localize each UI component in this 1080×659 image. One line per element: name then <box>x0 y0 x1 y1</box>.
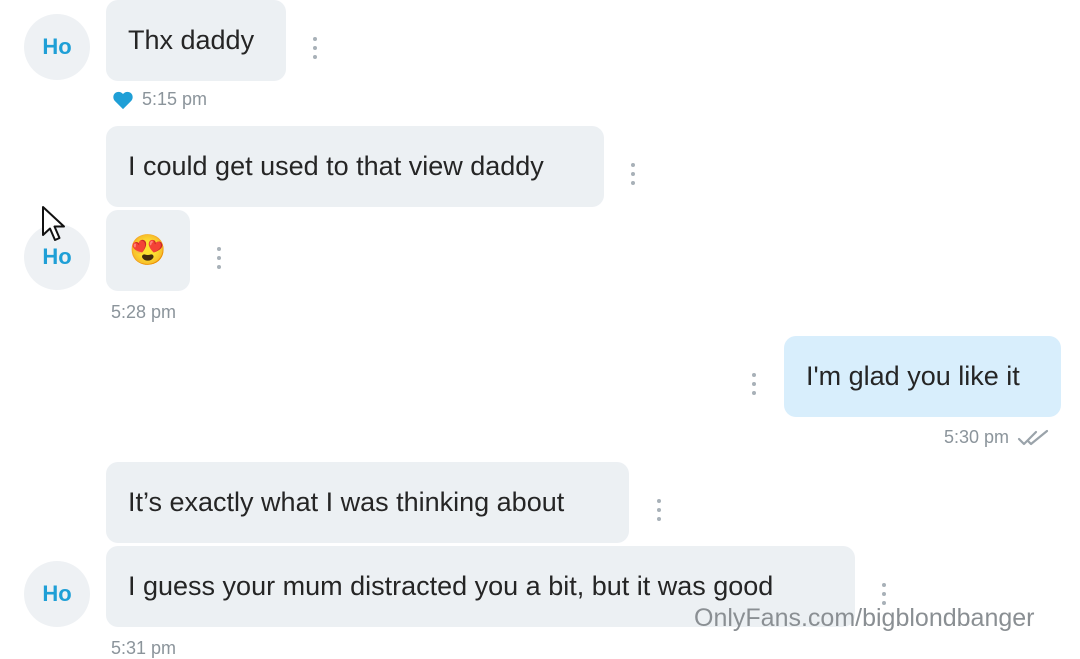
message-bubble[interactable]: I'm glad you like it <box>784 336 1061 417</box>
message-bubble[interactable]: It’s exactly what I was thinking about <box>106 462 629 543</box>
message-time: 5:31 pm <box>111 638 176 659</box>
message-options-button[interactable] <box>751 373 757 395</box>
message-text: Thx daddy <box>128 25 255 55</box>
message-options-button[interactable] <box>656 499 662 521</box>
message-bubble[interactable]: I could get used to that view daddy <box>106 126 604 207</box>
message-options-button[interactable] <box>216 247 222 269</box>
timestamp: 5:28 pm <box>111 302 177 322</box>
avatar-initials: Ho <box>42 581 72 606</box>
heart-icon[interactable] <box>112 90 134 110</box>
message-text: It’s exactly what I was thinking about <box>128 487 565 517</box>
emoji-message-bubble[interactable]: 😍 <box>106 210 190 291</box>
message-time: 5:15 pm <box>112 89 207 110</box>
avatar-initials: Ho <box>42 244 72 269</box>
message-text: I guess your mum distracted you a bit, b… <box>128 571 774 601</box>
message-time: 5:28 pm <box>111 302 176 323</box>
timestamp: 5:31 pm <box>111 638 177 658</box>
message-text: I'm glad you like it <box>806 361 1020 391</box>
message-options-button[interactable] <box>630 163 636 185</box>
message-options-button[interactable] <box>312 37 318 59</box>
message-time: 5:30 pm <box>944 427 1051 448</box>
double-check-icon <box>1017 429 1049 445</box>
avatar[interactable]: Ho <box>24 561 90 627</box>
avatar[interactable]: Ho <box>24 14 90 80</box>
message-options-button[interactable] <box>881 583 887 605</box>
message-text: I could get used to that view daddy <box>128 151 544 181</box>
heart-eyes-emoji: 😍 <box>129 233 167 267</box>
watermark: OnlyFans.com/bigblondbanger <box>694 604 1035 632</box>
mouse-cursor-icon <box>42 206 65 241</box>
message-bubble[interactable]: Thx daddy <box>106 0 286 81</box>
avatar-initials: Ho <box>42 34 72 59</box>
timestamp: 5:30 pm <box>944 427 1010 447</box>
timestamp: 5:15 pm <box>142 89 208 109</box>
